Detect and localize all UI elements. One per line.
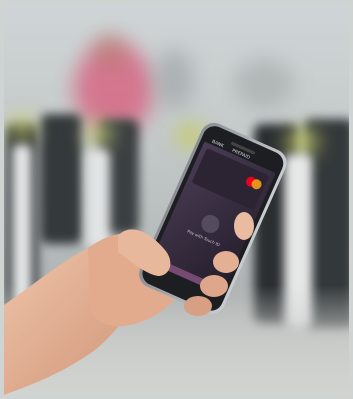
finger [200, 275, 228, 297]
hand-holding-phone: BANK PREPAID Pay with Touch ID [4, 122, 287, 395]
finger [184, 296, 212, 316]
finger [213, 251, 239, 273]
finger [234, 212, 254, 240]
photo: BANK PREPAID Pay with Touch ID [0, 0, 353, 399]
